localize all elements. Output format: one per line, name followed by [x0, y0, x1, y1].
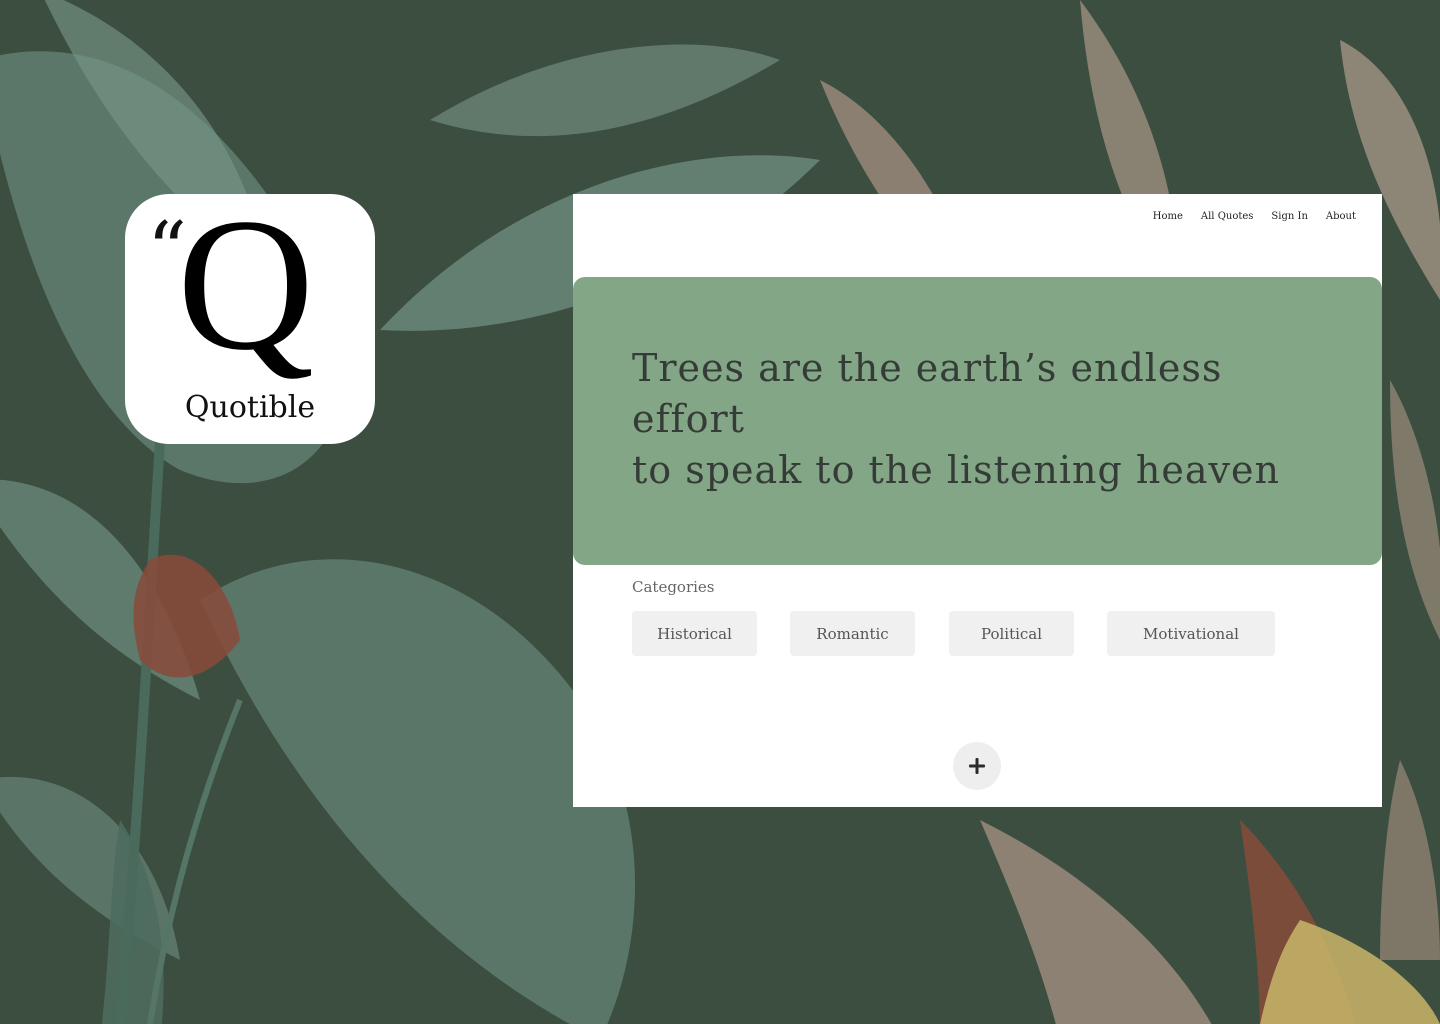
- app-letter-q: Q: [177, 194, 315, 390]
- app-name: Quotible: [184, 390, 316, 425]
- category-motivational-button[interactable]: Motivational: [1107, 611, 1275, 656]
- plus-icon: [969, 758, 985, 774]
- category-romantic-button[interactable]: Romantic: [790, 611, 915, 656]
- hero-quote-card: Trees are the earth’s endless effort to …: [573, 277, 1382, 565]
- category-political-button[interactable]: Political: [949, 611, 1074, 656]
- featured-quote-line-2: to speak to the listening heaven: [632, 448, 1280, 492]
- nav-home-link[interactable]: Home: [1153, 211, 1183, 222]
- categories-heading: Categories: [632, 578, 715, 596]
- nav-about-link[interactable]: About: [1326, 211, 1356, 222]
- featured-quote: Trees are the earth’s endless effort to …: [632, 343, 1332, 496]
- nav-all-quotes-link[interactable]: All Quotes: [1201, 211, 1254, 222]
- quotible-page: Home All Quotes Sign In About Trees are …: [573, 194, 1382, 807]
- category-historical-button[interactable]: Historical: [632, 611, 757, 656]
- featured-quote-line-1: Trees are the earth’s endless effort: [632, 346, 1223, 441]
- top-nav: Home All Quotes Sign In About: [1153, 211, 1356, 222]
- app-icon: “ Q Quotible: [125, 194, 375, 444]
- add-quote-button[interactable]: [953, 742, 1001, 790]
- nav-sign-in-link[interactable]: Sign In: [1271, 211, 1307, 222]
